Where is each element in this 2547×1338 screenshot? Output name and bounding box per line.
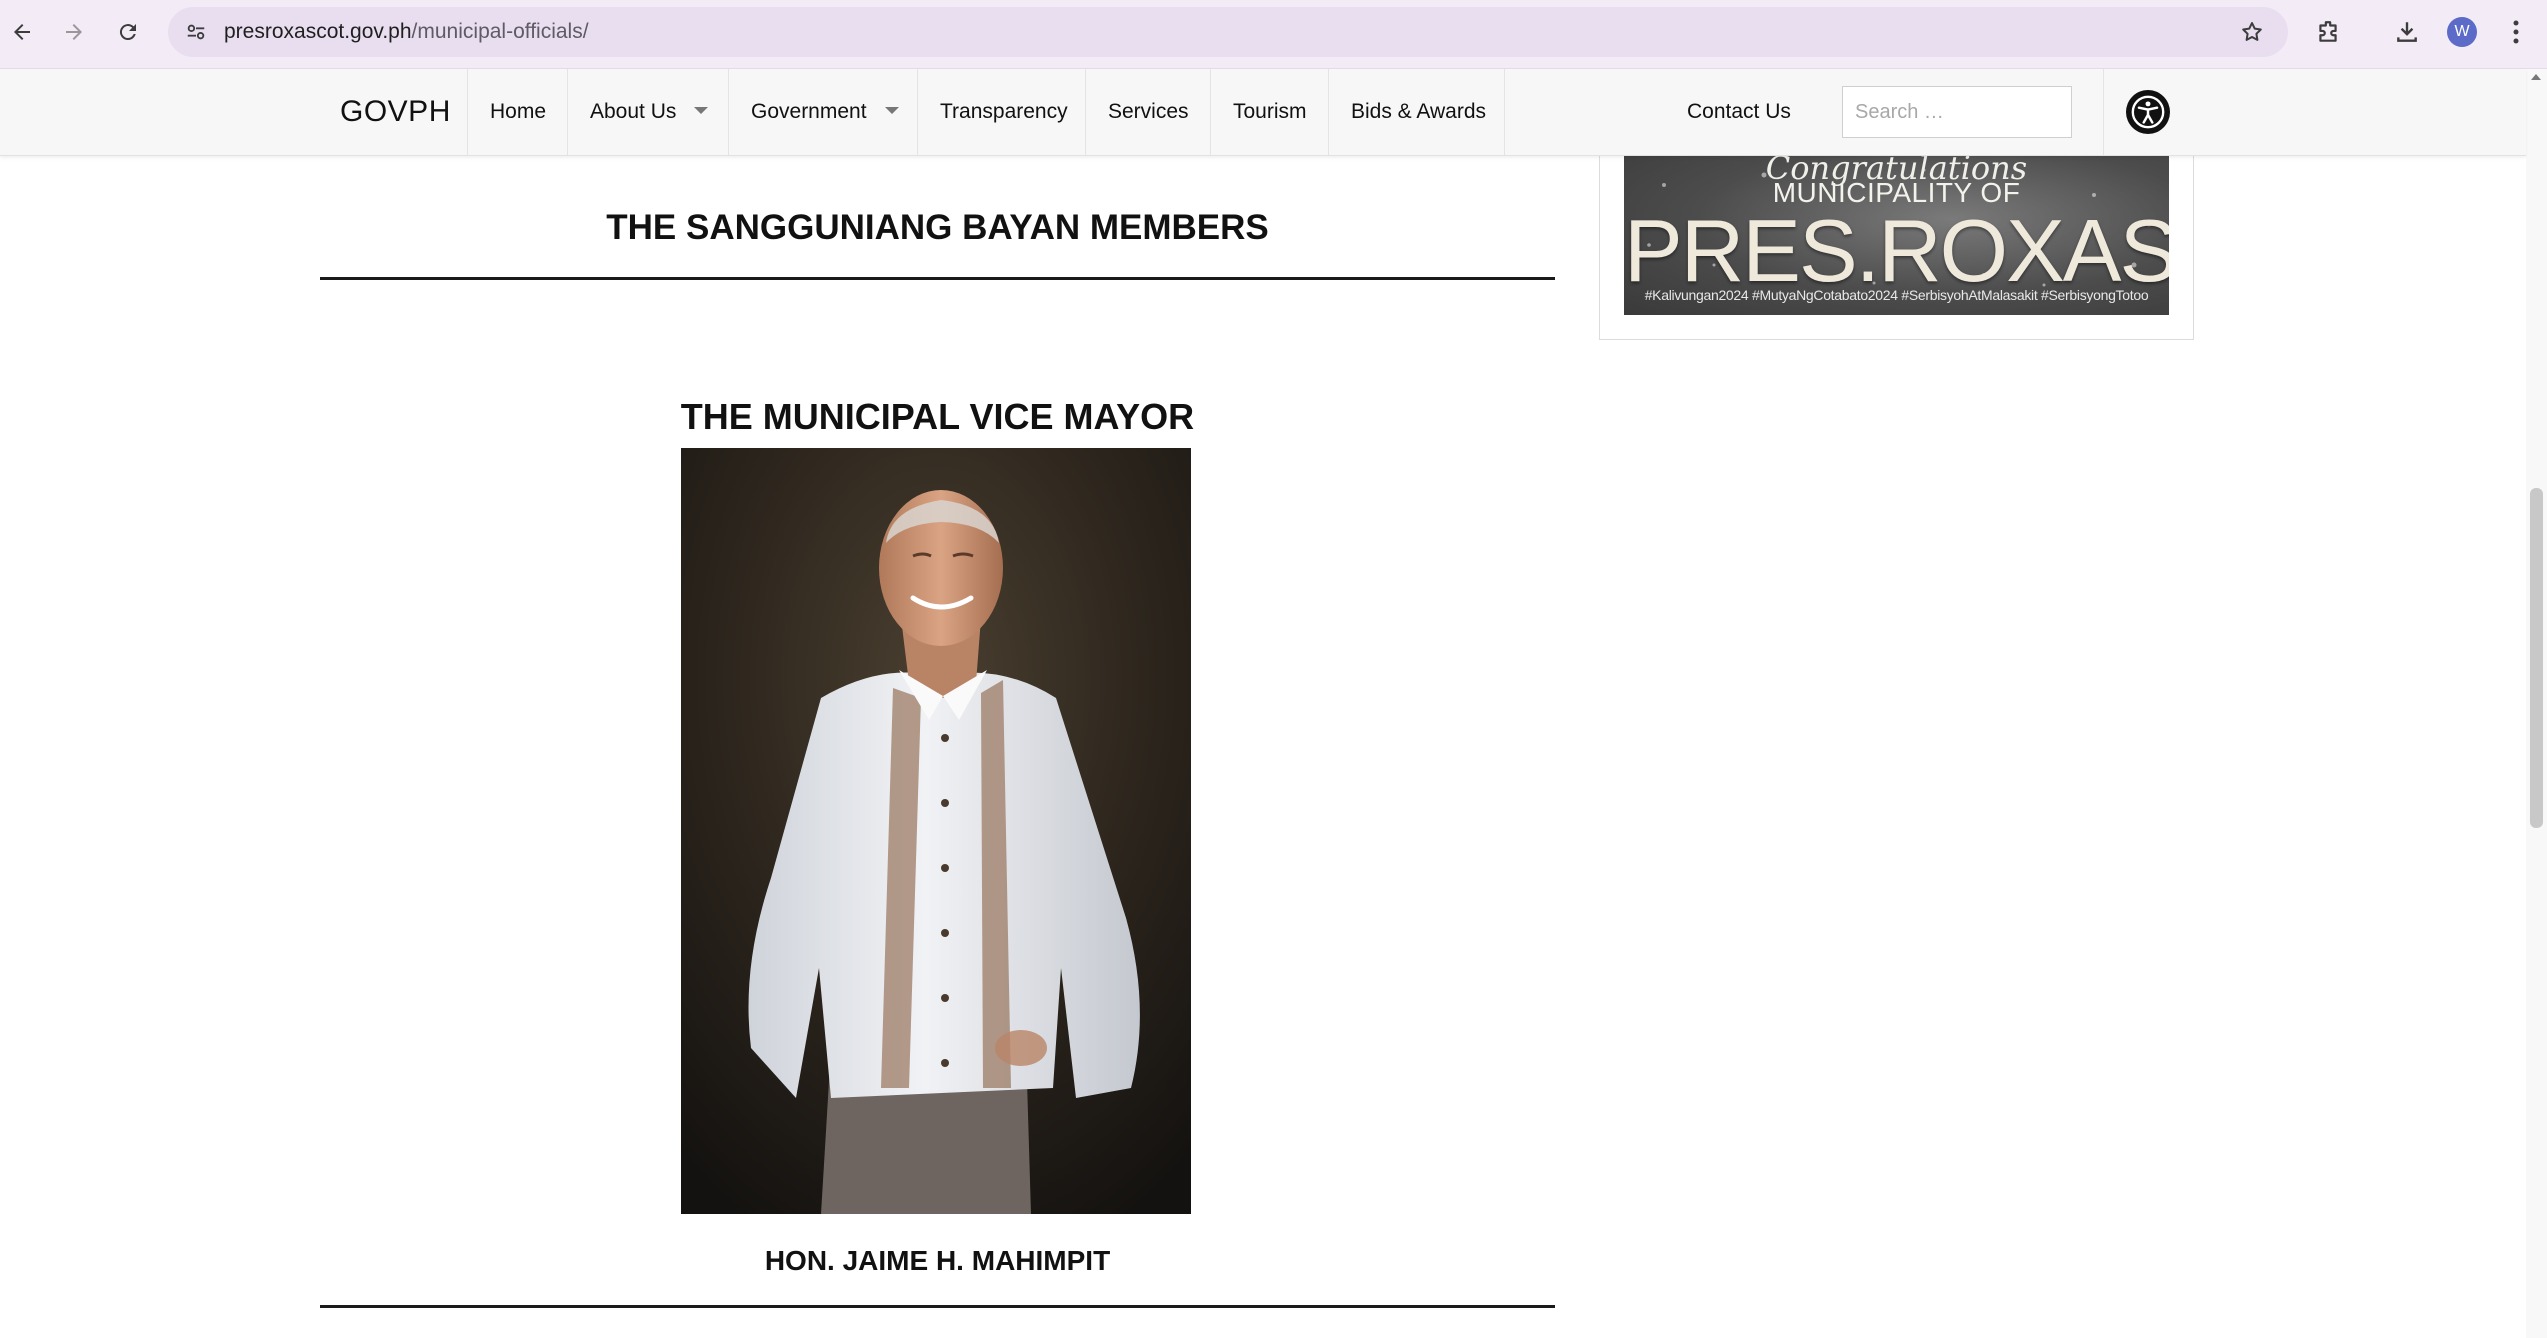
govph-brand-link[interactable]: GOVPH: [340, 69, 451, 155]
chevron-down-icon: [694, 106, 709, 114]
nav-home-label: Home: [490, 100, 547, 123]
nav-government-label: Government: [751, 100, 867, 123]
reload-icon: [119, 24, 136, 41]
profile-button[interactable]: W: [2442, 12, 2482, 52]
vice-mayor-name: HON. JAIME H. MAHIMPIT: [764, 1245, 1111, 1276]
site-info-button[interactable]: [178, 14, 214, 50]
back-button[interactable]: [2, 12, 42, 52]
nav-home[interactable]: Home: [467, 69, 568, 155]
site-info-icon: [187, 24, 205, 40]
scrollbar-thumb[interactable]: [2530, 488, 2543, 828]
section-divider: [320, 1305, 1555, 1308]
nav-transparency-label: Transparency: [940, 100, 1068, 123]
extensions-button[interactable]: [2308, 12, 2348, 52]
downloads-button[interactable]: [2387, 12, 2427, 52]
nav-divider: [1504, 69, 1505, 155]
chevron-down-icon: [884, 106, 899, 114]
nav-about-us[interactable]: About Us: [567, 69, 730, 155]
forward-icon: [66, 24, 82, 40]
bookmark-button[interactable]: [2234, 14, 2270, 50]
vice-mayor-heading: THE MUNICIPAL VICE MAYOR: [680, 396, 1195, 437]
sb-members-heading: THE SANGGUNIANG BAYAN MEMBERS: [606, 208, 1269, 247]
scroll-up-icon[interactable]: [2531, 74, 2541, 80]
pres-roxas-banner[interactable]: Congratulations MUNICIPALITY OF PRES.ROX…: [1624, 155, 2169, 315]
nav-tourism-label: Tourism: [1233, 100, 1307, 123]
extensions-icon: [2319, 21, 2337, 42]
forward-button[interactable]: [54, 12, 94, 52]
section-divider: [320, 277, 1555, 280]
url-text: presroxascot.gov.ph/municipal-officials/: [224, 7, 589, 57]
search-input[interactable]: [1842, 86, 2072, 138]
nav-tourism[interactable]: Tourism: [1210, 69, 1329, 155]
accessibility-button[interactable]: [2126, 90, 2170, 134]
browser-toolbar: presroxascot.gov.ph/municipal-officials/…: [0, 0, 2547, 69]
vice-mayor-portrait: [681, 448, 1191, 1214]
download-icon: [2397, 22, 2417, 42]
back-icon: [14, 24, 30, 40]
browser-menu-button[interactable]: [2496, 12, 2536, 52]
nav-bids-awards-label: Bids & Awards: [1351, 100, 1487, 123]
reload-button[interactable]: [108, 12, 148, 52]
nav-contact-us[interactable]: Contact Us: [1687, 69, 1791, 155]
accessibility-icon: [2131, 95, 2165, 129]
banner-line2: PRES.ROXAS: [1624, 201, 2169, 300]
star-icon: [2242, 22, 2262, 41]
address-bar[interactable]: presroxascot.gov.ph/municipal-officials/: [168, 7, 2288, 57]
banner-hashtags: #Kalivungan2024 #MutyaNgCotabato2024 #Se…: [1644, 287, 2149, 303]
nav-services[interactable]: Services: [1085, 69, 1211, 155]
menu-dots-icon: [2513, 20, 2519, 44]
portrait-image: [681, 448, 1191, 1214]
nav-transparency[interactable]: Transparency: [917, 69, 1090, 155]
nav-bids-awards[interactable]: Bids & Awards: [1328, 69, 1508, 155]
nav-divider: [2103, 69, 2104, 155]
nav-government[interactable]: Government: [728, 69, 921, 155]
nav-services-label: Services: [1108, 100, 1189, 123]
site-navbar: GOVPH Home About Us Government Transpare…: [0, 69, 2526, 156]
nav-about-us-label: About Us: [590, 100, 677, 123]
url-path: /municipal-officials/: [411, 20, 589, 43]
url-domain: presroxascot.gov.ph: [224, 20, 412, 43]
avatar: W: [2447, 17, 2477, 47]
